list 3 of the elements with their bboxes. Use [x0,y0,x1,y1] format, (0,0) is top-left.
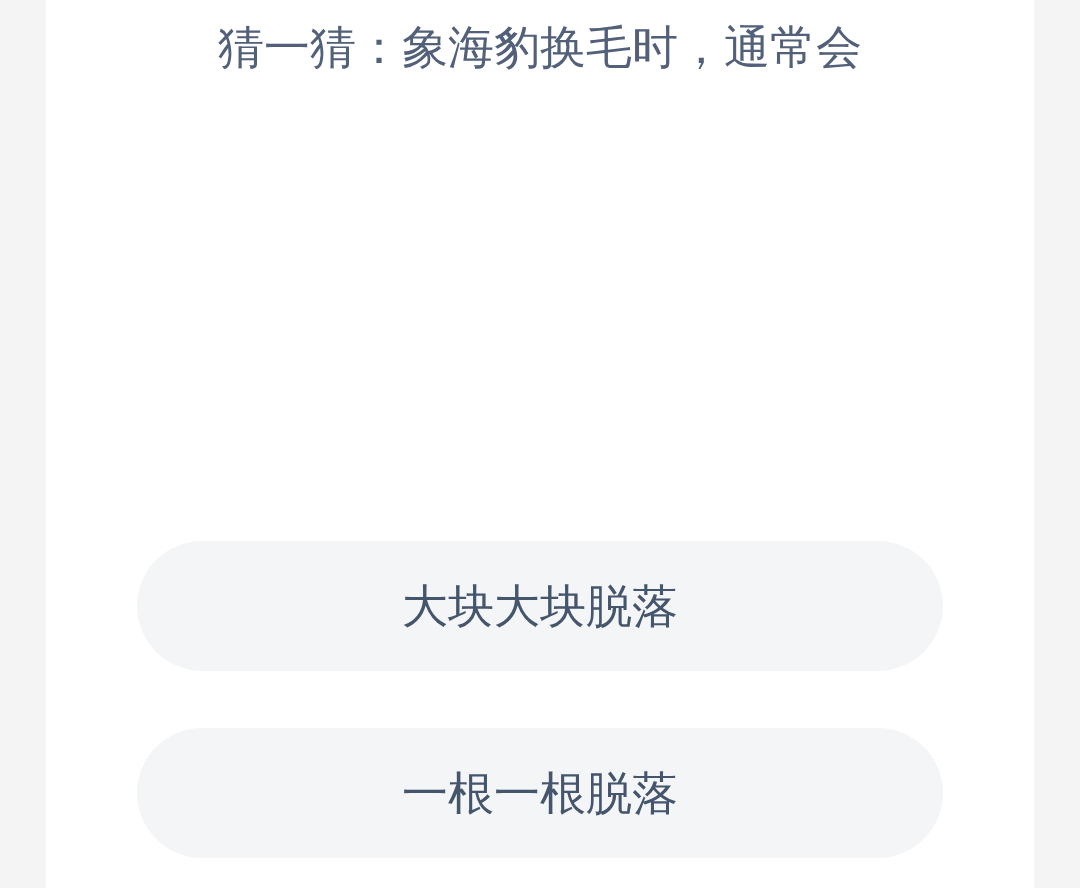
answer-option[interactable]: 大块大块脱落 [137,541,943,671]
answer-option[interactable]: 一根一根脱落 [137,728,943,858]
question-text: 猜一猜：象海豹换毛时，通常会 [218,19,862,76]
